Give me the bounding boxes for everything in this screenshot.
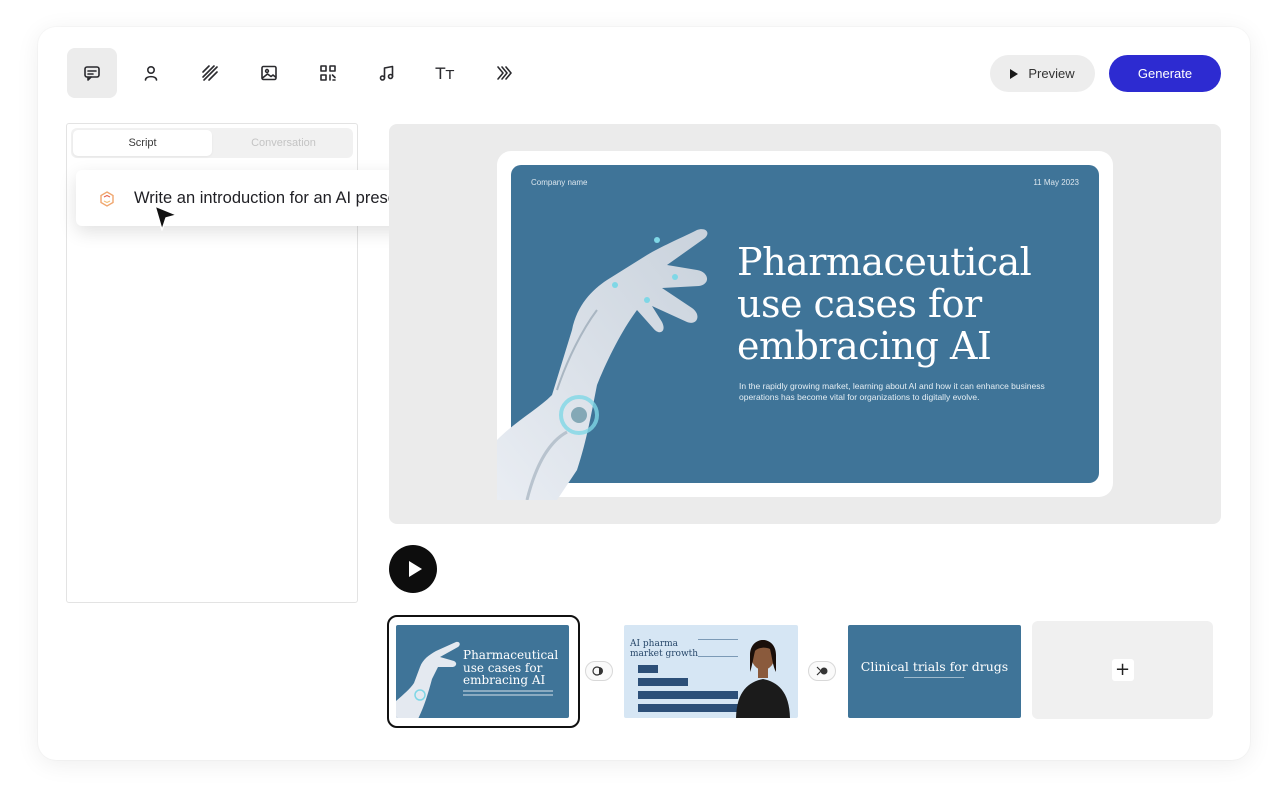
tab-conversation[interactable]: Conversation [214, 128, 353, 158]
chart-bar [638, 691, 738, 699]
panel-tabs: Script Conversation [71, 128, 353, 158]
avatar-presenter-image [736, 640, 790, 718]
music-icon [379, 65, 394, 81]
slide-thumbnail-3[interactable]: Clinical trials for drugs [848, 625, 1021, 718]
preview-button[interactable]: Preview [990, 55, 1095, 92]
robot-hand-image [497, 229, 708, 500]
slide-title: Pharmaceutical use cases for embracing A… [737, 240, 1032, 368]
play-icon [408, 561, 422, 577]
slide-company-name: Company name [531, 178, 588, 187]
thumbnail-3-title: Clinical trials for drugs [860, 659, 1009, 674]
script-icon [84, 66, 100, 81]
slide-subtitle: In the rapidly growing market, learning … [739, 381, 1045, 402]
slide-date: 11 May 2023 [1033, 178, 1079, 187]
add-slide-button[interactable]: + [1032, 621, 1213, 719]
background-tool-button[interactable] [185, 48, 235, 98]
text-icon: Tт [435, 63, 455, 83]
transition-button-2[interactable] [808, 661, 836, 681]
generate-button[interactable]: Generate [1109, 55, 1221, 92]
transitions-tool-button[interactable] [479, 48, 529, 98]
slide-thumbnail-2[interactable]: AI pharma market growth [624, 625, 798, 718]
transition-button-1[interactable] [585, 661, 613, 681]
chart-bar [638, 678, 688, 686]
transition-icon [816, 666, 828, 676]
media-tool-button[interactable] [244, 48, 294, 98]
thumbnail-3-subtitle-line [904, 677, 964, 678]
play-icon [1010, 68, 1019, 79]
script-tool-button[interactable] [67, 48, 117, 98]
avatar-tool-button[interactable] [126, 48, 176, 98]
avatar-icon [144, 65, 158, 81]
music-tool-button[interactable] [361, 48, 411, 98]
tab-script[interactable]: Script [73, 130, 212, 156]
text-tool-button[interactable]: Tт [420, 48, 470, 98]
play-video-button[interactable] [389, 545, 437, 593]
plus-icon: + [1111, 659, 1134, 681]
media-icon [261, 65, 277, 81]
thumbnail-1-subtitle-lines [463, 690, 553, 696]
chart-bar [638, 665, 658, 673]
preview-label: Preview [1028, 66, 1075, 81]
robot-hand-thumbnail-image [396, 641, 460, 718]
ai-generate-icon [100, 191, 114, 207]
background-icon [202, 65, 218, 81]
transitions-icon [497, 66, 512, 80]
qr-code-icon [320, 65, 336, 81]
qr-code-tool-button[interactable] [303, 48, 353, 98]
mouse-cursor-icon [154, 205, 178, 231]
slide-thumbnail-1[interactable]: Pharmaceutical use cases for embracing A… [396, 625, 569, 718]
thumbnail-2-title: AI pharma market growth [630, 639, 699, 659]
thumbnail-1-title: Pharmaceutical use cases for embracing A… [463, 648, 559, 687]
transition-icon [592, 666, 603, 676]
